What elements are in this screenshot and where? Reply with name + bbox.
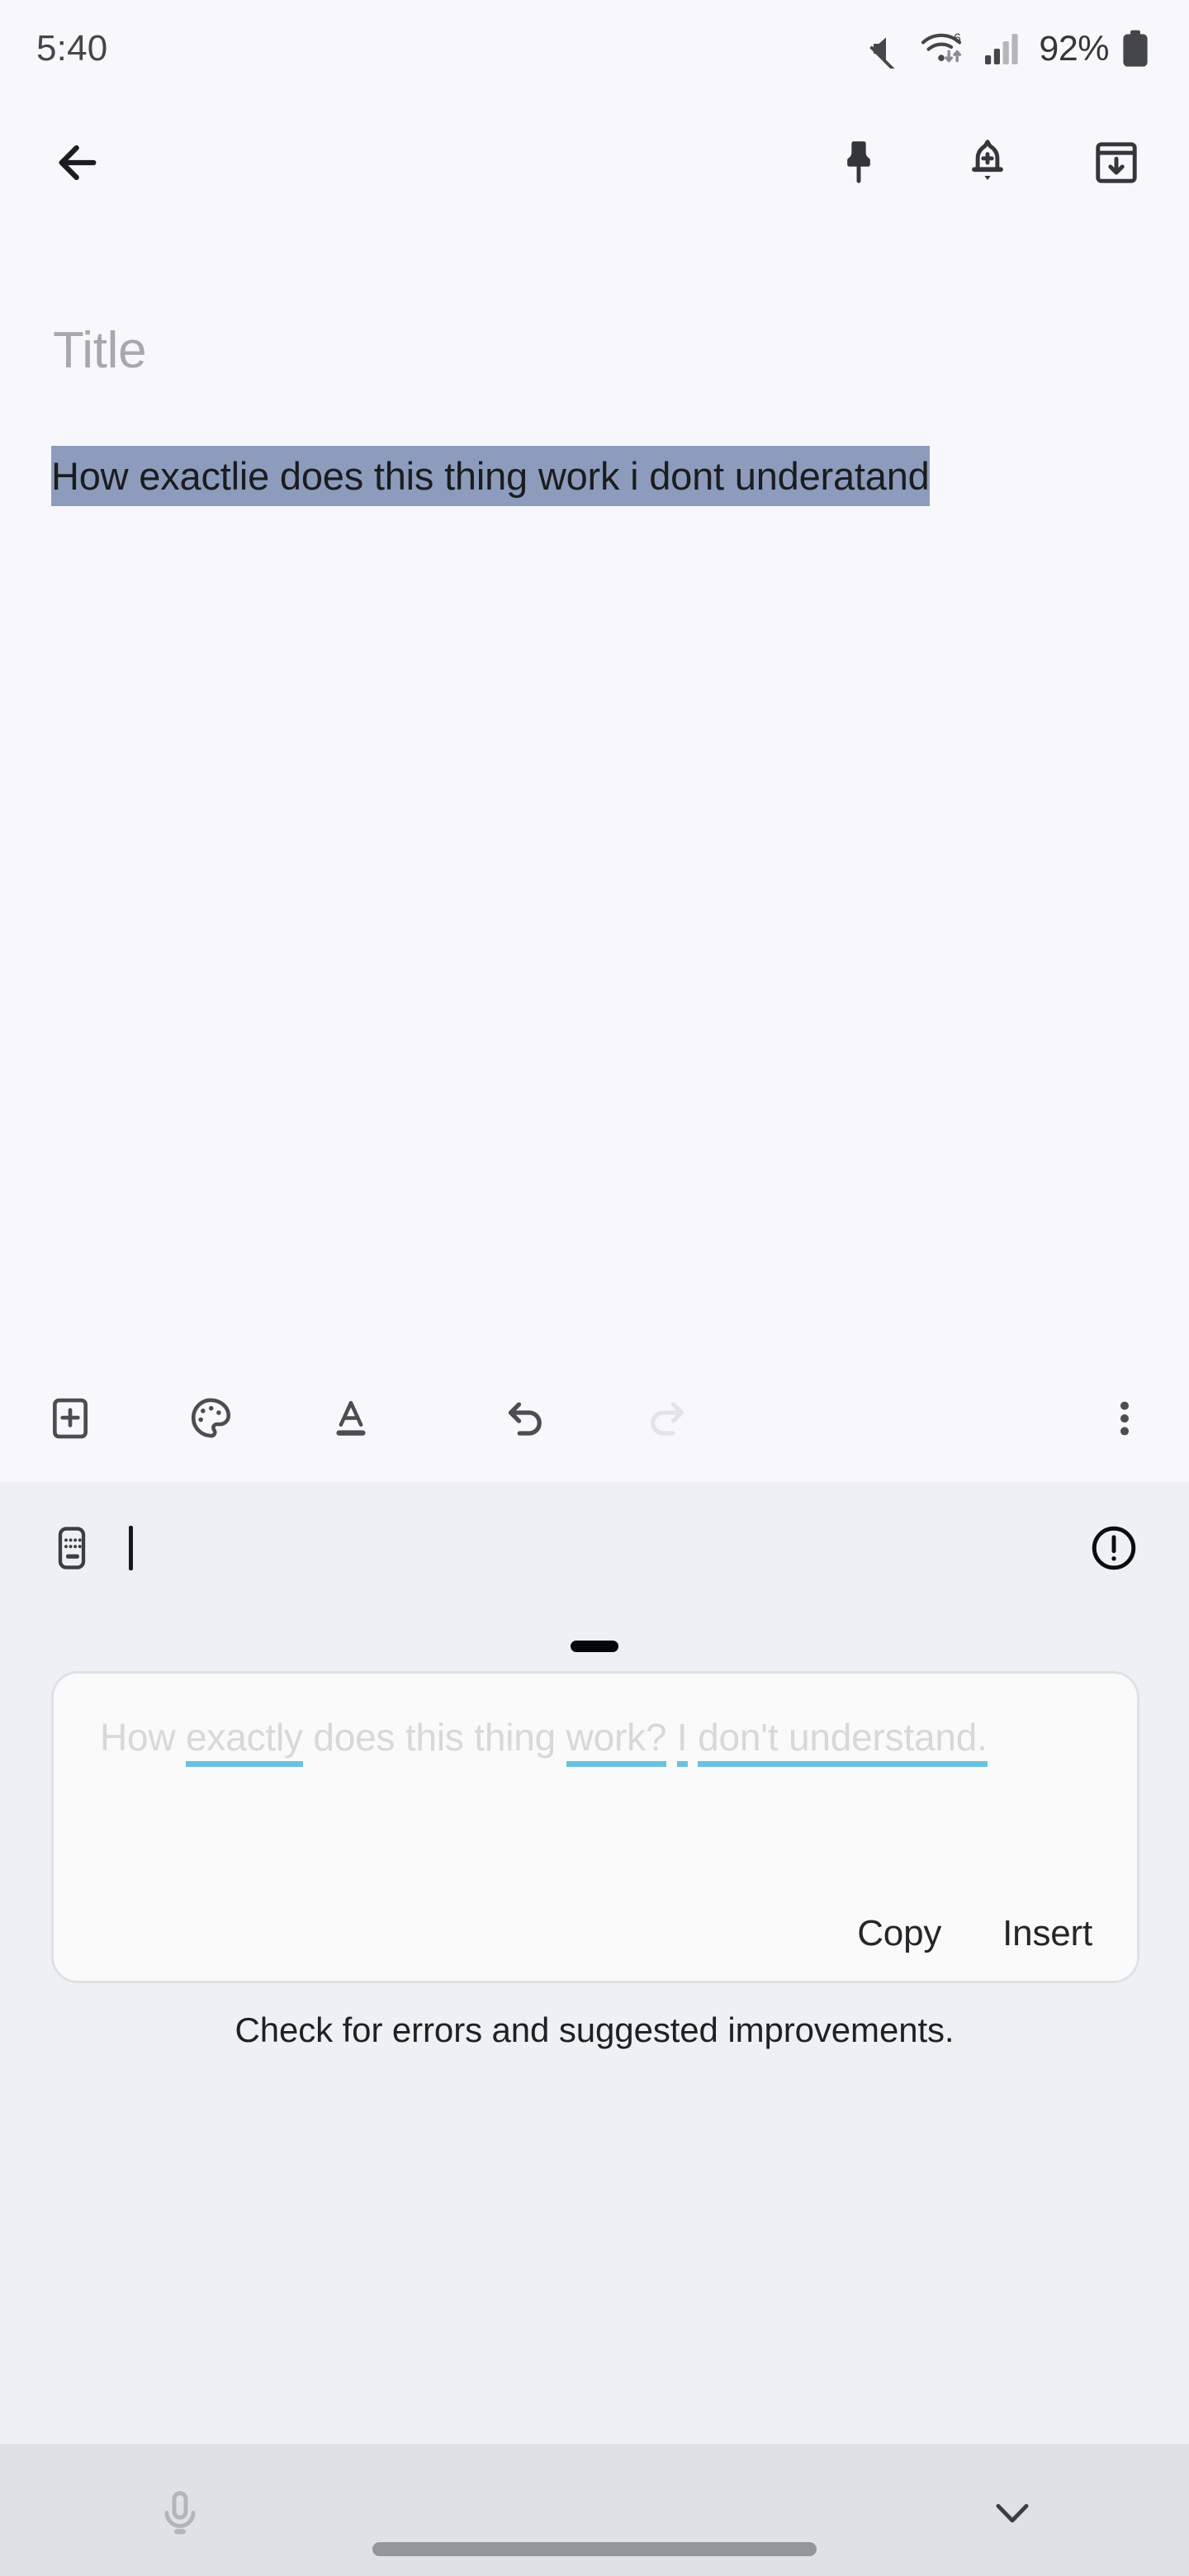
wifi-6-icon: 6 — [920, 29, 971, 69]
battery-percent-label: 92% — [1039, 28, 1109, 69]
note-editor[interactable]: Title How exactlie does this thing work … — [0, 228, 1189, 1367]
note-title-input[interactable]: Title — [53, 321, 147, 380]
dismiss-keyboard-button[interactable] — [974, 2475, 1050, 2551]
background-color-button[interactable] — [175, 1383, 246, 1454]
suggestion-hint-text: Check for errors and suggested improveme… — [234, 2010, 955, 2049]
suggestion-segment — [688, 1716, 699, 1759]
suggestion-segment-corrected: work? — [566, 1716, 667, 1767]
keyboard-icon[interactable] — [48, 1524, 96, 1572]
keyboard-strip-left — [0, 1524, 133, 1572]
undo-button[interactable] — [490, 1383, 561, 1454]
archive-icon — [1091, 137, 1142, 188]
cellular-signal-icon — [983, 30, 1021, 68]
note-overflow-menu-button[interactable] — [1101, 1395, 1189, 1442]
chevron-down-icon — [987, 2488, 1038, 2539]
microphone-icon — [154, 2488, 206, 2539]
note-body-selected-text[interactable]: How exactlie does this thing work i dont… — [51, 446, 930, 506]
note-body-input[interactable]: How exactlie does this thing work i dont… — [51, 441, 1141, 512]
suggestion-segment — [666, 1716, 677, 1759]
text-format-button[interactable] — [315, 1383, 386, 1454]
add-reminder-icon — [962, 137, 1013, 188]
keyboard-suggestion-panel: How exactly does this thing work? I don'… — [0, 1482, 1189, 2444]
status-bar: 5:40 6 92% — [0, 0, 1189, 97]
suggestion-segment: does this thing — [302, 1716, 566, 1759]
note-bottom-toolbar — [0, 1354, 1189, 1482]
voice-input-button[interactable] — [142, 2475, 218, 2551]
undo-icon — [501, 1394, 551, 1443]
volume-mute-icon — [868, 29, 907, 69]
archive-note-button[interactable] — [1082, 128, 1151, 197]
redo-button[interactable] — [631, 1383, 702, 1454]
add-content-button[interactable] — [35, 1383, 106, 1454]
phone-screen: 5:40 6 92% Title How exactlie does this … — [0, 0, 1189, 2576]
battery-icon — [1121, 29, 1149, 69]
app-top-bar — [0, 97, 1189, 228]
copy-button[interactable]: Copy — [852, 1906, 946, 1961]
add-box-icon — [47, 1395, 93, 1442]
panel-drag-handle[interactable] — [571, 1641, 618, 1652]
redo-icon — [642, 1394, 691, 1443]
insert-button[interactable]: Insert — [997, 1906, 1097, 1961]
suggestion-segment: How — [100, 1716, 187, 1759]
status-icons: 6 92% — [868, 29, 1149, 69]
error-circle-icon — [1088, 1522, 1139, 1574]
add-reminder-button[interactable] — [953, 128, 1022, 197]
text-format-icon — [329, 1396, 373, 1441]
bottom-nav-bar — [0, 2444, 1189, 2576]
pin-note-button[interactable] — [824, 128, 893, 197]
suggestion-segment-corrected: don't understand. — [698, 1716, 988, 1767]
text-cursor — [129, 1526, 133, 1570]
svg-text:6: 6 — [954, 31, 961, 45]
suggestion-segment-corrected: I — [676, 1716, 688, 1767]
back-button[interactable] — [36, 121, 119, 204]
app-bar-actions — [824, 128, 1151, 197]
home-indicator[interactable] — [372, 2542, 817, 2556]
more-vert-icon — [1101, 1395, 1148, 1442]
suggestion-info-button[interactable] — [1088, 1522, 1189, 1574]
pin-icon — [833, 137, 884, 188]
suggestion-segment-corrected: exactly — [186, 1716, 303, 1767]
palette-icon — [187, 1395, 234, 1442]
status-time: 5:40 — [36, 28, 108, 69]
note-toolbar-actions — [0, 1383, 702, 1454]
keyboard-strip — [0, 1482, 1189, 1614]
back-arrow-icon — [50, 135, 105, 190]
suggestion-card[interactable]: How exactly does this thing work? I don'… — [51, 1671, 1139, 1983]
suggestion-text: How exactly does this thing work? I don'… — [100, 1705, 1096, 1769]
suggestion-card-actions: Copy Insert — [852, 1906, 1097, 1961]
